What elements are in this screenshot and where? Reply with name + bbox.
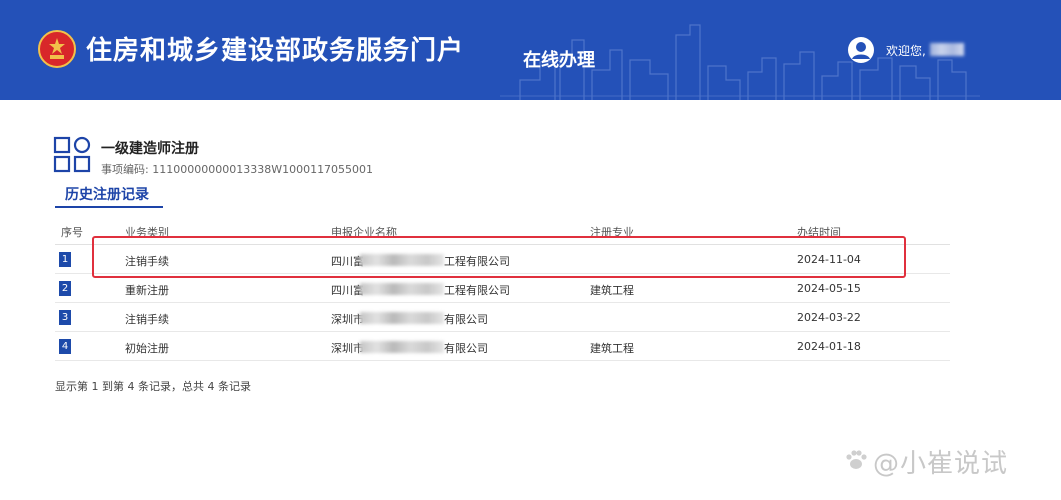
cell-type: 初始注册 — [125, 342, 169, 355]
col-header-index[interactable]: 序号 — [61, 224, 83, 240]
row-index-badge: 1 — [59, 252, 71, 267]
cell-major: 建筑工程 — [590, 342, 634, 355]
cell-major: 建筑工程 — [590, 284, 634, 297]
item-title: 一级建造师注册 — [101, 141, 199, 157]
highlight-annotation-box — [92, 236, 906, 278]
site-header: 住房和城乡建设部政务服务门户 在线办理 欢迎您, — [0, 0, 1061, 100]
cell-date: 2024-03-22 — [797, 311, 861, 324]
cell-date: 2024-05-15 — [797, 282, 861, 295]
cell-company-suffix: 工程有限公司 — [444, 284, 510, 297]
watermark-text: @小崔说试 — [873, 449, 1009, 479]
paw-logo-icon — [846, 450, 867, 469]
cell-company-suffix: 有限公司 — [444, 342, 488, 355]
cell-type: 注销手续 — [125, 313, 169, 326]
table-row[interactable]: 4 初始注册 深圳市 有限公司 建筑工程 2024-01-18 — [55, 332, 950, 361]
welcome-text: 欢迎您, — [886, 44, 926, 58]
user-avatar-icon[interactable] — [847, 36, 875, 64]
item-code: 事项编码: 11100000000013338W1000117055001 — [101, 163, 374, 176]
cell-type: 重新注册 — [125, 284, 169, 297]
table-row[interactable]: 3 注销手续 深圳市 有限公司 2024-03-22 — [55, 303, 950, 332]
table-row[interactable]: 2 重新注册 四川富 工程有限公司 建筑工程 2024-05-15 — [55, 274, 950, 303]
row-index-badge: 2 — [59, 281, 71, 296]
grid-apps-icon — [53, 136, 91, 173]
username-redacted — [930, 43, 964, 56]
row-index-badge: 3 — [59, 310, 71, 325]
company-redacted — [360, 312, 444, 324]
national-emblem-icon — [38, 30, 76, 68]
company-redacted — [360, 341, 444, 353]
cell-company-suffix: 有限公司 — [444, 313, 488, 326]
section-title[interactable]: 在线办理 — [523, 46, 595, 72]
site-title[interactable]: 住房和城乡建设部政务服务门户 — [86, 30, 464, 67]
company-redacted — [360, 283, 444, 295]
pagination-info: 显示第 1 到第 4 条记录，总共 4 条记录 — [55, 380, 251, 393]
cell-date: 2024-01-18 — [797, 340, 861, 353]
tab-history-records[interactable]: 历史注册记录 — [65, 184, 149, 204]
tab-active-indicator — [55, 206, 163, 208]
row-index-badge: 4 — [59, 339, 71, 354]
